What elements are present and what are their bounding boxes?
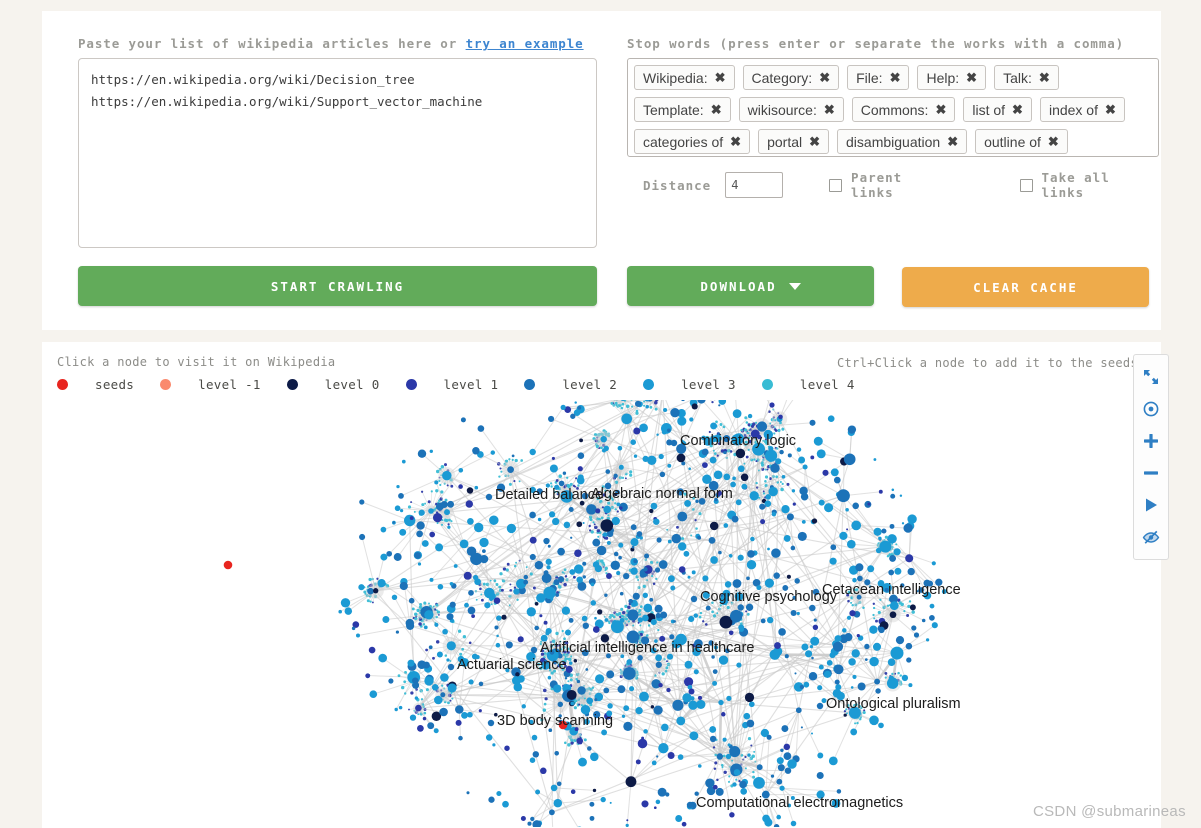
stopword-remove-icon[interactable]: ✖ <box>947 135 958 148</box>
stopword-chip-label: wikisource: <box>747 101 817 118</box>
stopword-chip-label: list of <box>972 101 1006 118</box>
legend-label: level 0 <box>324 377 380 392</box>
stopword-chip-label: Category: <box>751 69 813 86</box>
legend-label: level 3 <box>681 377 736 392</box>
legend-item: level 4 <box>761 377 881 392</box>
distance-input[interactable] <box>725 172 784 198</box>
stopword-chip-label: Wikipedia: <box>643 69 708 86</box>
network-graph[interactable] <box>43 400 1160 827</box>
legend-item: seeds <box>57 377 160 392</box>
graph-toolbar <box>1133 354 1169 560</box>
stopword-remove-icon[interactable]: ✖ <box>935 103 946 116</box>
download-label: DOWNLOAD <box>700 278 777 294</box>
stopword-chip[interactable]: Wikipedia: ✖ <box>634 65 735 90</box>
hide-labels-icon[interactable] <box>1133 521 1169 553</box>
try-an-example-link[interactable]: try an example <box>466 36 584 51</box>
graph-canvas[interactable]: Combinatory logic Algebraic normal form De… <box>43 400 1160 827</box>
stopword-chip-label: File: <box>856 69 883 86</box>
start-crawling-label: START CRAWLING <box>270 278 405 294</box>
stopword-remove-icon[interactable]: ✖ <box>711 103 722 116</box>
graph-legend: seeds level -1 level 0 level 1 level 2 level … <box>57 377 881 392</box>
legend-label: level 2 <box>562 377 618 392</box>
paste-urls-label: Paste your list of wikipedia articles he… <box>78 36 584 51</box>
stopword-chip[interactable]: list of ✖ <box>963 97 1032 122</box>
legend-color-dot <box>286 379 298 390</box>
stopword-chip-label: Commons: <box>860 101 929 118</box>
graph-hint-ctrl-click: Ctrl+Click a node to add it to the seeds <box>837 356 1138 370</box>
take-all-links-checkbox[interactable] <box>1019 178 1033 192</box>
stopword-chip[interactable]: index of ✖ <box>1039 97 1125 122</box>
stopword-chip[interactable]: categories of ✖ <box>634 129 751 154</box>
watermark-text: CSDN @submarineas <box>1033 803 1186 820</box>
parent-links-option[interactable]: Parent links <box>829 170 951 200</box>
legend-color-dot <box>57 379 68 390</box>
urls-textarea[interactable]: https://en.wikipedia.org/wiki/Decision_t… <box>78 58 597 248</box>
app-page: Paste your list of wikipedia articles he… <box>0 0 1201 828</box>
legend-item: level 0 <box>286 377 406 392</box>
stopword-chip-label: Help: <box>926 69 960 86</box>
legend-label: level 1 <box>443 377 499 392</box>
clear-cache-button[interactable]: CLEAR CACHE <box>902 267 1149 307</box>
stopword-remove-icon[interactable]: ✖ <box>824 103 835 116</box>
stopwords-label: Stop words (press enter or separate the … <box>627 36 1125 51</box>
legend-color-dot <box>761 379 773 390</box>
take-all-links-option[interactable]: Take all links <box>1019 170 1159 200</box>
legend-color-dot <box>405 379 417 390</box>
stopword-chip-label: Talk: <box>1003 69 1032 86</box>
distance-options-row: Distance Parent links Take all links <box>627 170 1159 200</box>
stopword-chip[interactable]: Talk: ✖ <box>994 65 1059 90</box>
stopword-chip[interactable]: Template: ✖ <box>634 97 731 122</box>
stopword-remove-icon[interactable]: ✖ <box>809 135 820 148</box>
zoom-out-icon[interactable] <box>1133 457 1169 489</box>
stopword-chip[interactable]: File: ✖ <box>847 65 910 90</box>
legend-item: level -1 <box>160 377 287 392</box>
stopword-chip-label: disambiguation <box>846 133 941 150</box>
graph-hint-click: Click a node to visit it on Wikipedia <box>57 355 336 369</box>
parent-links-label[interactable]: Parent links <box>851 170 952 200</box>
clear-cache-label: CLEAR CACHE <box>973 279 1078 295</box>
parent-links-checkbox[interactable] <box>829 178 843 192</box>
stopword-chip[interactable]: Help: ✖ <box>917 65 987 90</box>
stopword-remove-icon[interactable]: ✖ <box>966 71 977 84</box>
stopword-chip[interactable]: Commons: ✖ <box>851 97 956 122</box>
legend-item: level 1 <box>405 377 525 392</box>
play-icon[interactable] <box>1133 489 1169 521</box>
stopword-remove-icon[interactable]: ✖ <box>1012 103 1023 116</box>
stopword-chip-label: Template: <box>643 101 704 118</box>
legend-label: level -1 <box>198 377 261 392</box>
legend-label: level 4 <box>799 377 855 392</box>
legend-item: level 3 <box>643 377 762 392</box>
stopword-chip-label: index of <box>1048 101 1098 118</box>
stopword-remove-icon[interactable]: ✖ <box>1048 135 1059 148</box>
stopword-remove-icon[interactable]: ✖ <box>890 71 901 84</box>
stopword-chip-label: portal <box>767 133 803 150</box>
stopword-remove-icon[interactable]: ✖ <box>715 71 726 84</box>
stopword-chip[interactable]: portal ✖ <box>758 129 830 154</box>
legend-color-dot <box>643 379 655 390</box>
download-button[interactable]: DOWNLOAD <box>627 266 874 306</box>
legend-color-dot <box>160 379 172 390</box>
zoom-in-icon[interactable] <box>1133 425 1169 457</box>
stopword-remove-icon[interactable]: ✖ <box>730 135 741 148</box>
distance-label: Distance <box>643 177 712 193</box>
legend-label: seeds <box>95 377 135 392</box>
stopword-chip[interactable]: Category: ✖ <box>742 65 840 90</box>
stopword-chip-label: categories of <box>643 133 724 150</box>
recenter-icon[interactable] <box>1133 393 1169 425</box>
stopword-chip[interactable]: outline of ✖ <box>975 129 1068 154</box>
paste-urls-label-text: Paste your list of wikipedia articles he… <box>78 36 466 51</box>
legend-item: level 2 <box>524 377 643 392</box>
stopword-remove-icon[interactable]: ✖ <box>1105 103 1116 116</box>
stopword-chip-label: outline of <box>984 133 1041 150</box>
stopword-remove-icon[interactable]: ✖ <box>1039 71 1050 84</box>
stopwords-input-area[interactable]: Wikipedia: ✖ Category: ✖ File: ✖ Help: ✖ Talk: ✖ T… <box>627 58 1159 157</box>
stopword-chip[interactable]: wikisource: ✖ <box>738 97 844 122</box>
chevron-down-icon <box>788 282 801 290</box>
start-crawling-button[interactable]: START CRAWLING <box>78 266 597 306</box>
stopword-chip[interactable]: disambiguation ✖ <box>837 129 968 154</box>
stopword-remove-icon[interactable]: ✖ <box>819 71 830 84</box>
legend-color-dot <box>524 379 536 390</box>
take-all-links-label[interactable]: Take all links <box>1042 170 1159 200</box>
fullscreen-icon[interactable] <box>1133 361 1169 393</box>
